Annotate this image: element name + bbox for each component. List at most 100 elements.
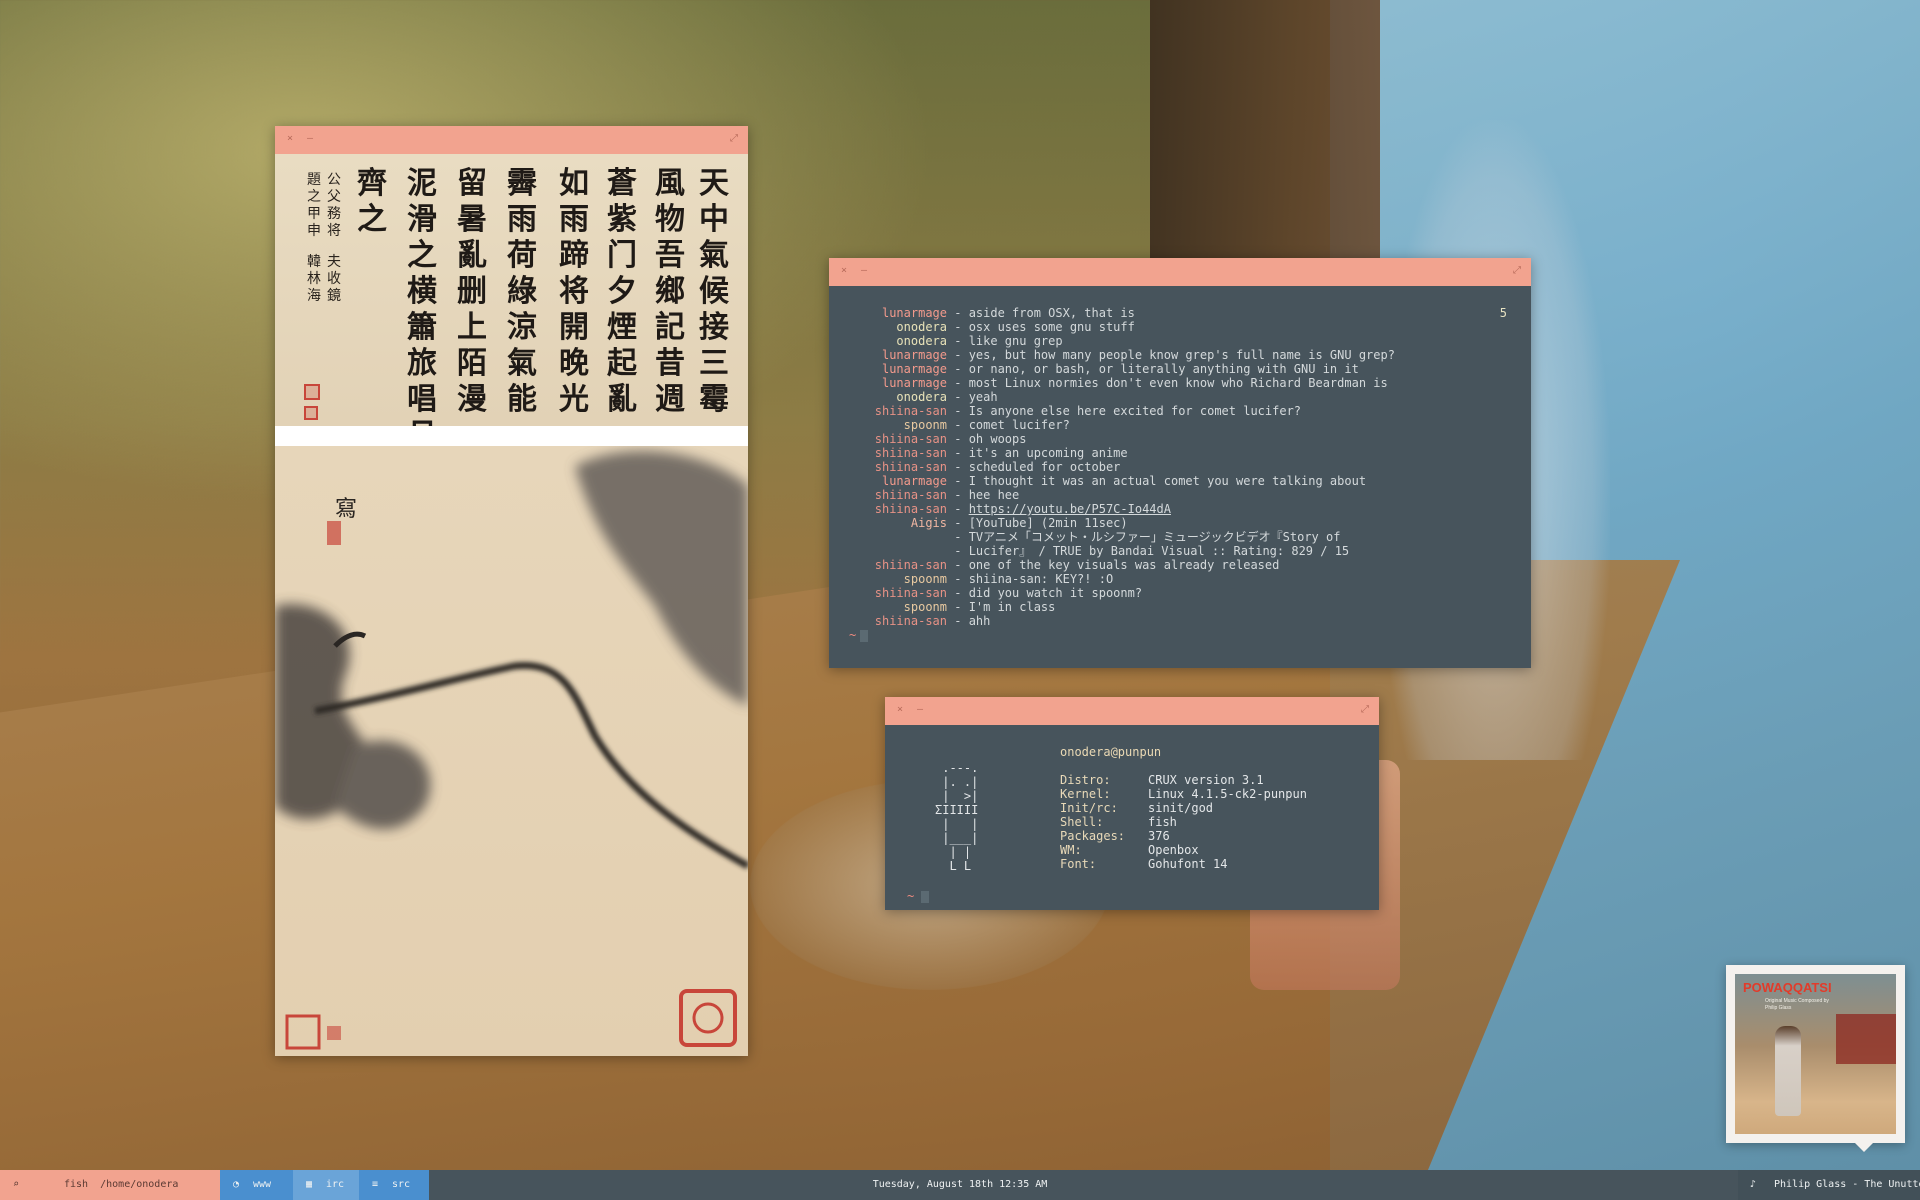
irc-message: lunarmage - most Linux normies don't eve… (849, 376, 1469, 390)
irc-message: shiina-san - did you watch it spoonm? (849, 586, 1469, 600)
irc-message: spoonm - I'm in class (849, 600, 1469, 614)
irc-nick[interactable]: shiina-san (849, 488, 947, 502)
irc-message: lunarmage - yes, but how many people kno… (849, 348, 1469, 362)
sysinfo-key: Init/rc: (1060, 801, 1118, 815)
irc-separator: - (947, 502, 969, 516)
close-icon[interactable]: × (287, 133, 293, 145)
irc-message: shiina-san - Is anyone else here excited… (849, 404, 1469, 418)
minimize-icon[interactable]: – (861, 265, 867, 277)
workspace-src[interactable]: ≡ src (359, 1170, 429, 1200)
irc-nick[interactable]: lunarmage (849, 474, 947, 488)
sysinfo-key: Shell: (1060, 815, 1104, 829)
text-cursor (921, 890, 930, 903)
irc-nick[interactable]: lunarmage (849, 348, 947, 362)
irc-nick[interactable]: shiina-san (849, 614, 947, 628)
sysinfo-terminal-body[interactable]: .---. |. .| | >| ΣIIIII | | |___| | | L … (885, 725, 1379, 910)
album-art-popup[interactable]: POWAQQATSI Original Music Composed by Ph… (1726, 965, 1905, 1143)
calligraphy-inscription: 夫收鏡 (327, 254, 341, 304)
irc-nick[interactable]: spoonm (849, 572, 947, 586)
image-viewer-titlebar[interactable]: × – ⤢ (275, 126, 748, 154)
irc-separator: - (947, 390, 969, 404)
sysinfo-key: Kernel: (1060, 787, 1111, 801)
irc-nick[interactable]: shiina-san (849, 558, 947, 572)
sysinfo-terminal-window[interactable]: × – ⤢ .---. |. .| | >| ΣIIIII | | |___| … (885, 697, 1379, 910)
irc-message: lunarmage - aside from OSX, that is (849, 306, 1469, 320)
sysinfo-value: fish (1148, 815, 1177, 829)
irc-nick[interactable]: spoonm (849, 418, 947, 432)
irc-nick[interactable]: onodera (849, 390, 947, 404)
calligraphy-column: 天中氣候接三霉 (699, 166, 729, 417)
close-icon[interactable]: × (897, 704, 903, 716)
irc-nick[interactable]: shiina-san (849, 502, 947, 516)
sysinfo-value: sinit/god (1148, 801, 1214, 815)
irc-message: shiina-san - it's an upcoming anime (849, 446, 1469, 460)
minimize-icon[interactable]: – (917, 704, 923, 716)
irc-separator: - (947, 614, 969, 628)
sysinfo-key: Font: (1060, 857, 1097, 871)
ink-painting: 寫 (275, 446, 748, 1056)
maximize-icon[interactable]: ⤢ (1513, 265, 1521, 277)
workspace-label: irc (326, 1179, 345, 1190)
close-icon[interactable]: × (841, 265, 847, 277)
irc-separator: - (947, 544, 969, 558)
calligraphy-column: 留暑亂删上陌漫 (457, 166, 487, 417)
irc-link[interactable]: https://youtu.be/P57C-Io44dA (969, 502, 1171, 516)
irc-nick[interactable]: shiina-san (849, 460, 947, 474)
irc-separator: - (947, 558, 969, 572)
irc-nick[interactable]: lunarmage (849, 362, 947, 376)
sysinfo-row: Kernel: Linux 4.1.5-ck2-punpun (1060, 787, 1307, 801)
irc-nick[interactable]: onodera (849, 334, 947, 348)
irc-nick[interactable]: shiina-san (849, 586, 947, 600)
irc-message: shiina-san - one of the key visuals was … (849, 558, 1469, 572)
irc-nick[interactable]: lunarmage (849, 376, 947, 390)
image-viewer-window[interactable]: × – ⤢ 天中氣候接三霉 風物吾鄉記昔週 蒼紫门夕煙起亂 如雨蹄将開晚光 霽雨… (275, 126, 748, 1056)
sysinfo-value: Linux 4.1.5-ck2-punpun (1148, 787, 1307, 801)
irc-nick[interactable]: spoonm (849, 600, 947, 614)
ink-lotus-illustration: 寫 (275, 451, 748, 1050)
irc-text: or nano, or bash, or literally anything … (968, 362, 1359, 376)
irc-text: yeah (968, 390, 998, 404)
sysinfo-rows: Distro: CRUX version 3.1 Kernel: Linux 4.1.… (1060, 773, 1307, 871)
irc-message: shiina-san - scheduled for october (849, 460, 1469, 474)
minimize-icon[interactable]: – (307, 133, 313, 145)
sysinfo-value: Openbox (1148, 843, 1199, 857)
irc-terminal-body[interactable]: 5 lunarmage - aside from OSX, that is ono… (829, 286, 1531, 668)
calligraphy-column: 霽雨荷綠涼氣能 (507, 166, 537, 417)
workspace-label: src (392, 1179, 411, 1190)
now-playing[interactable]: ♪ Philip Glass - The Unutterable (1738, 1170, 1920, 1200)
maximize-icon[interactable]: ⤢ (730, 133, 738, 145)
calligraphy-column: 蒼紫门夕煙起亂 (607, 166, 637, 417)
workspace-www[interactable]: ◔ www (220, 1170, 293, 1200)
irc-text: most Linux normies don't even know who R… (968, 376, 1388, 390)
workspace-irc[interactable]: ▦ irc (293, 1170, 359, 1200)
sysinfo-value: CRUX version 3.1 (1148, 773, 1264, 787)
irc-separator: - (947, 376, 969, 390)
irc-input-line[interactable]: ~ (849, 628, 1469, 642)
shell-prompt[interactable]: ~ (907, 889, 930, 903)
text-cursor (860, 629, 869, 642)
irc-separator: - (947, 404, 969, 418)
irc-terminal-window[interactable]: × – ⤢ 5 lunarmage - aside from OSX, that… (829, 258, 1531, 668)
sysinfo-key: Packages: (1060, 829, 1126, 843)
seal-stamp (304, 384, 320, 400)
sysinfo-row: Init/rc: sinit/god (1060, 801, 1307, 815)
irc-nick[interactable]: lunarmage (849, 306, 947, 320)
prompt-symbol: ~ (907, 889, 915, 903)
irc-nick[interactable]: shiina-san (849, 446, 947, 460)
album-cover-figure (1775, 1026, 1801, 1116)
irc-separator: - (947, 320, 969, 334)
irc-text: shiina-san: KEY?! :O (968, 572, 1114, 586)
irc-nick[interactable]: onodera (849, 320, 947, 334)
irc-nick[interactable]: shiina-san (849, 404, 947, 418)
irc-nick[interactable]: Aigis (849, 516, 947, 530)
unread-count: 5 (1499, 306, 1507, 320)
calligraphy-column: 如雨蹄将開晚光 (559, 166, 589, 417)
irc-nick[interactable]: shiina-san (849, 432, 947, 446)
sysinfo-titlebar[interactable]: × – ⤢ (885, 697, 1379, 725)
maximize-icon[interactable]: ⤢ (1361, 704, 1369, 716)
irc-text: like gnu grep (968, 334, 1063, 348)
irc-titlebar[interactable]: × – ⤢ (829, 258, 1531, 286)
irc-text: aside from OSX, that is (968, 306, 1135, 320)
sysinfo-panel: onodera@punpun Distro: CRUX version 3.1 Ke… (1060, 745, 1307, 871)
workspace-label: www (253, 1179, 272, 1190)
